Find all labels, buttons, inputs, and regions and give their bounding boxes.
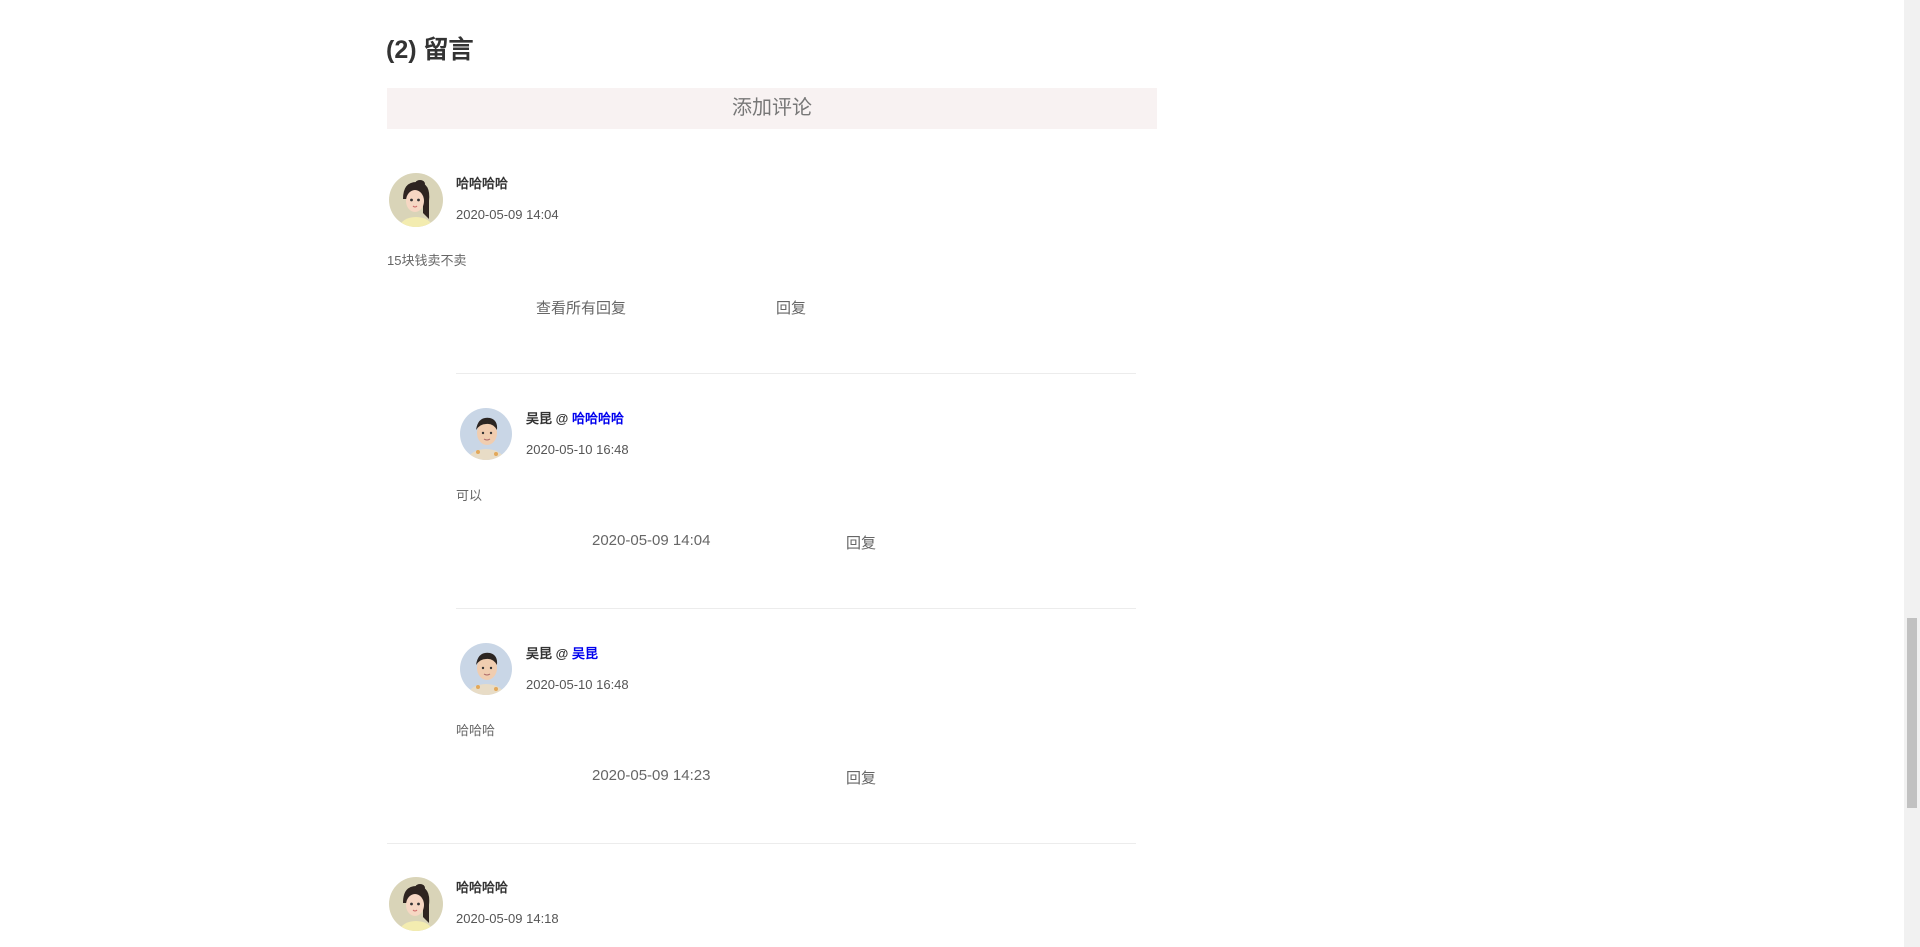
girl-avatar-icon[interactable]	[389, 877, 443, 931]
reply-author: 吴昆 @ 吴昆	[526, 643, 598, 662]
divider	[387, 843, 1136, 844]
reply-author: 吴昆 @ 哈哈哈哈	[526, 408, 624, 427]
reply-content: 哈哈哈	[456, 723, 496, 738]
reply-time: 2020-05-10 16:48	[526, 442, 629, 457]
divider	[456, 373, 1136, 374]
reply-content: 可以	[456, 488, 483, 503]
comment-time: 2020-05-09 14:04	[456, 207, 559, 222]
reply-at-symbol: @	[555, 411, 569, 426]
reply-author-name: 吴昆	[526, 646, 553, 661]
comment-time: 2020-05-09 14:18	[456, 911, 559, 926]
reply-time: 2020-05-10 16:48	[526, 677, 629, 692]
view-all-replies-button[interactable]: 查看所有回复	[536, 297, 626, 318]
comment-content: 15块钱卖不卖	[387, 253, 467, 268]
reply-button[interactable]: 回复	[776, 297, 806, 318]
boy-avatar-icon[interactable]	[460, 408, 512, 460]
girl-avatar-icon[interactable]	[389, 173, 443, 227]
scrollbar-thumb[interactable]	[1907, 618, 1917, 808]
reply-target-link[interactable]: 哈哈哈哈	[572, 411, 624, 426]
comment-author: 哈哈哈哈	[456, 176, 509, 191]
reply-meta-time: 2020-05-09 14:04	[592, 532, 711, 549]
boy-avatar-icon[interactable]	[460, 643, 512, 695]
divider	[456, 608, 1136, 609]
add-comment-button[interactable]: 添加评论	[387, 88, 1157, 129]
reply-button[interactable]: 回复	[846, 532, 876, 553]
reply-at-symbol: @	[555, 646, 569, 661]
reply-author-name: 吴昆	[526, 411, 553, 426]
page: (2) 留言 添加评论 哈哈哈哈 2020-05-09 14:04 15块钱卖不…	[0, 0, 1904, 947]
reply-meta-time: 2020-05-09 14:23	[592, 767, 711, 784]
reply-target-link[interactable]: 吴昆	[572, 646, 598, 661]
comment-author: 哈哈哈哈	[456, 880, 509, 895]
page-scrollbar[interactable]	[1904, 0, 1920, 947]
reply-button[interactable]: 回复	[846, 767, 876, 788]
section-title: (2) 留言	[386, 36, 474, 64]
